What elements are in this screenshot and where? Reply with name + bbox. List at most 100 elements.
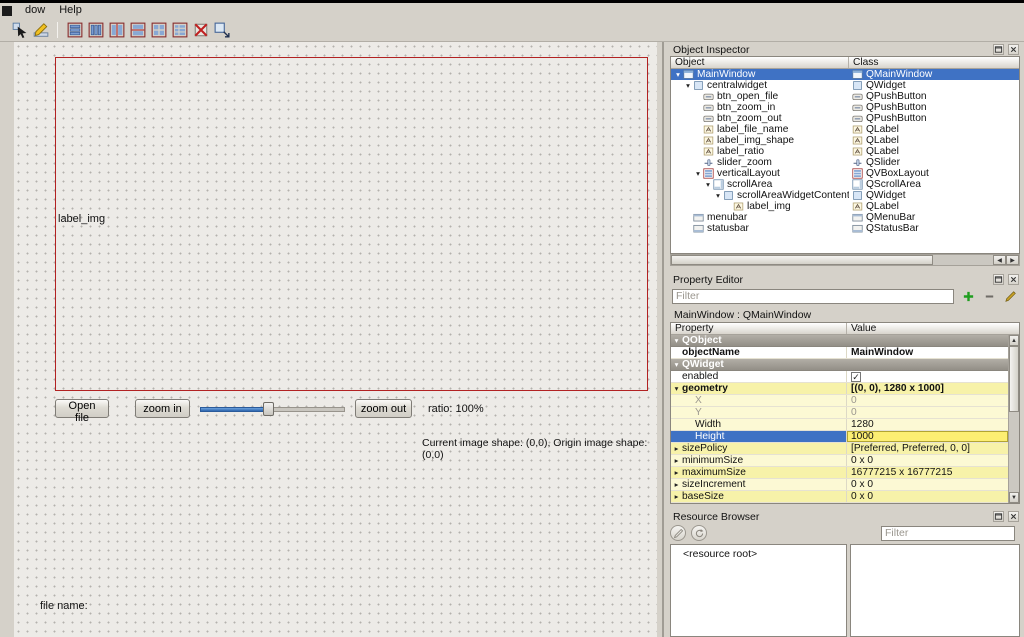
- property-editor-float-button[interactable]: [993, 274, 1004, 285]
- resource-browser-float-button[interactable]: [993, 511, 1004, 522]
- layout-horizontal-icon[interactable]: [85, 19, 106, 40]
- collapse-arrow-icon[interactable]: ▾: [713, 191, 723, 200]
- property-name[interactable]: enabled: [671, 371, 847, 382]
- property-editor-close-button[interactable]: [1008, 274, 1019, 285]
- menu-window[interactable]: dow: [18, 3, 52, 18]
- property-name[interactable]: X: [671, 395, 847, 406]
- property-name[interactable]: ▸baseSize: [671, 491, 847, 502]
- zoom-out-button[interactable]: zoom out: [355, 399, 412, 418]
- layout-grid-icon[interactable]: [148, 19, 169, 40]
- object-row-slider_zoom[interactable]: slider_zoomQSlider: [671, 157, 1019, 168]
- property-row-sizePolicy[interactable]: ▸sizePolicy[Preferred, Preferred, 0, 0]: [671, 443, 1008, 455]
- edit-widgets-icon[interactable]: [9, 19, 30, 40]
- property-value[interactable]: 1000: [847, 431, 1008, 442]
- property-row-X[interactable]: X0: [671, 395, 1008, 407]
- edit-resources-icon[interactable]: [670, 525, 686, 541]
- scroll-down-button[interactable]: ▼: [1009, 492, 1019, 503]
- property-value[interactable]: [Preferred, Preferred, 0, 0]: [847, 443, 1008, 454]
- zoom-slider[interactable]: [200, 401, 345, 417]
- scroll-up-button[interactable]: ▲: [1009, 335, 1019, 346]
- menu-help[interactable]: Help: [52, 3, 89, 18]
- property-name[interactable]: ▸maximumSize: [671, 467, 847, 478]
- property-row-minimumSize[interactable]: ▸minimumSize0 x 0: [671, 455, 1008, 467]
- property-name[interactable]: objectName: [671, 347, 847, 358]
- collapse-arrow-icon[interactable]: ▾: [673, 70, 683, 79]
- slider-handle[interactable]: [263, 402, 274, 416]
- scroll-left-button[interactable]: ◀: [993, 255, 1006, 265]
- adjust-size-icon[interactable]: [211, 19, 232, 40]
- object-inspector-close-button[interactable]: [1008, 44, 1019, 55]
- collapse-arrow-icon[interactable]: ▾: [683, 81, 693, 90]
- property-name[interactable]: ▸sizeIncrement: [671, 479, 847, 490]
- object-row-statusbar[interactable]: statusbarQStatusBar: [671, 223, 1019, 234]
- property-value[interactable]: 1280: [847, 419, 1008, 430]
- object-row-btn_open_file[interactable]: btn_open_fileQPushButton: [671, 91, 1019, 102]
- collapse-arrow-icon[interactable]: ▾: [671, 336, 682, 345]
- hscrollbar-thumb[interactable]: [671, 255, 933, 265]
- resource-preview-panel[interactable]: [850, 544, 1020, 637]
- property-row-objectName[interactable]: objectNameMainWindow: [671, 347, 1008, 359]
- object-row-scrollArea[interactable]: ▾scrollAreaQScrollArea: [671, 179, 1019, 190]
- property-editor-vscrollbar[interactable]: ▲ ▼: [1008, 335, 1019, 503]
- object-row-label_file_name[interactable]: label_file_nameQLabel: [671, 124, 1019, 135]
- collapse-arrow-icon[interactable]: ▾: [671, 384, 682, 393]
- label-img-widget[interactable]: label_img: [58, 213, 105, 225]
- property-value[interactable]: 0 x 0: [847, 491, 1008, 502]
- object-row-label_img_shape[interactable]: label_img_shapeQLabel: [671, 135, 1019, 146]
- layout-form-icon[interactable]: [169, 19, 190, 40]
- object-row-btn_zoom_out[interactable]: btn_zoom_outQPushButton: [671, 113, 1019, 124]
- property-row-enabled[interactable]: enabled ✓: [671, 371, 1008, 383]
- property-value[interactable]: [(0, 0), 1280 x 1000]: [847, 383, 1008, 394]
- property-row-sizeIncrement[interactable]: ▸sizeIncrement0 x 0: [671, 479, 1008, 491]
- property-name[interactable]: Width: [671, 419, 847, 430]
- property-group-QWidget[interactable]: ▾QWidget: [671, 359, 1008, 371]
- property-value[interactable]: ✓: [847, 371, 1008, 382]
- expand-arrow-icon[interactable]: ▸: [671, 468, 682, 477]
- object-inspector-float-button[interactable]: [993, 44, 1004, 55]
- property-value[interactable]: 16777215 x 16777215: [847, 467, 1008, 478]
- break-layout-icon[interactable]: [190, 19, 211, 40]
- object-row-label_img[interactable]: label_imgQLabel: [671, 201, 1019, 212]
- property-name[interactable]: Y: [671, 407, 847, 418]
- scroll-right-button[interactable]: ▶: [1006, 255, 1019, 265]
- collapse-arrow-icon[interactable]: ▾: [703, 180, 713, 189]
- property-row-geometry[interactable]: ▾geometry[(0, 0), 1280 x 1000]: [671, 383, 1008, 395]
- edit-signals-icon[interactable]: [30, 19, 51, 40]
- property-value[interactable]: 0: [847, 407, 1008, 418]
- object-row-btn_zoom_in[interactable]: btn_zoom_inQPushButton: [671, 102, 1019, 113]
- property-value[interactable]: 0: [847, 395, 1008, 406]
- property-column-header[interactable]: Property: [671, 323, 847, 334]
- property-row-maximumSize[interactable]: ▸maximumSize16777215 x 16777215: [671, 467, 1008, 479]
- value-column-header[interactable]: Value: [847, 323, 1019, 334]
- property-row-Width[interactable]: Width1280: [671, 419, 1008, 431]
- resource-filter-input[interactable]: [881, 526, 1015, 541]
- enabled-checkbox[interactable]: ✓: [851, 372, 861, 382]
- object-row-scrollAreaWidgetContents[interactable]: ▾scrollAreaWidgetContentsQWidget: [671, 190, 1019, 201]
- open-file-button[interactable]: Open file: [55, 399, 109, 418]
- object-row-MainWindow[interactable]: ▾MainWindowQMainWindow: [671, 69, 1019, 80]
- property-row-Y[interactable]: Y0: [671, 407, 1008, 419]
- property-editor-config-icon[interactable]: [1004, 290, 1017, 303]
- zoom-in-button[interactable]: zoom in: [135, 399, 190, 418]
- property-value[interactable]: 0 x 0: [847, 455, 1008, 466]
- property-name[interactable]: ▸minimumSize: [671, 455, 847, 466]
- property-value[interactable]: 0 x 0: [847, 479, 1008, 490]
- object-row-verticalLayout[interactable]: ▾verticalLayoutQVBoxLayout: [671, 168, 1019, 179]
- add-dynamic-property-button[interactable]: [962, 290, 975, 303]
- splitter-vertical-icon[interactable]: [127, 19, 148, 40]
- expand-arrow-icon[interactable]: ▸: [671, 492, 682, 501]
- object-row-centralwidget[interactable]: ▾centralwidgetQWidget: [671, 80, 1019, 91]
- layout-vertical-icon[interactable]: [64, 19, 85, 40]
- object-column-header[interactable]: Object: [671, 57, 849, 68]
- property-value[interactable]: MainWindow: [847, 347, 1008, 358]
- property-name[interactable]: Height: [671, 431, 847, 442]
- property-name[interactable]: ▾geometry: [671, 383, 847, 394]
- reload-resources-icon[interactable]: [691, 525, 707, 541]
- resource-root-item[interactable]: <resource root>: [683, 548, 757, 560]
- object-row-menubar[interactable]: menubarQMenuBar: [671, 212, 1019, 223]
- resource-browser-close-button[interactable]: [1008, 511, 1019, 522]
- collapse-arrow-icon[interactable]: ▾: [671, 360, 682, 369]
- class-column-header[interactable]: Class: [849, 57, 1019, 68]
- expand-arrow-icon[interactable]: ▸: [671, 456, 682, 465]
- object-inspector-hscrollbar[interactable]: ◀ ▶: [670, 254, 1020, 266]
